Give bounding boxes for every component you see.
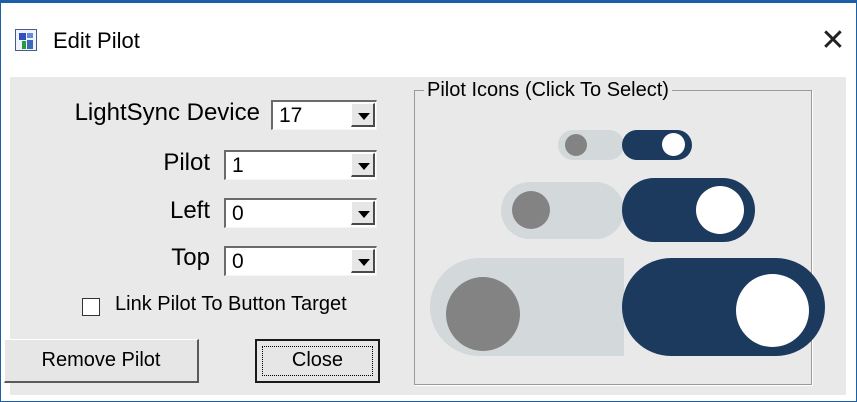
pilot-icon-small-off[interactable] xyxy=(558,130,624,160)
toggle-knob-icon xyxy=(446,277,520,351)
top-label: Top xyxy=(171,244,210,271)
toggle-knob-icon xyxy=(512,191,550,229)
pilot-icons-group-label: Pilot Icons (Click To Select) xyxy=(424,79,672,102)
lightsync-device-label: LightSync Device xyxy=(74,99,260,126)
toggle-knob-icon xyxy=(696,186,744,234)
title-bar: Edit Pilot ✕ xyxy=(1,3,856,77)
link-pilot-checkbox[interactable] xyxy=(82,298,100,316)
pilot-icon-medium-off[interactable] xyxy=(501,182,624,239)
pilot-icon-large-on[interactable] xyxy=(622,258,825,356)
dialog-body: LightSync Device 17 Pilot 1 Left 0 Top 0… xyxy=(4,77,846,395)
toggle-knob-icon xyxy=(662,133,685,156)
window-title: Edit Pilot xyxy=(53,28,140,53)
close-window-icon[interactable]: ✕ xyxy=(813,21,853,61)
app-icon xyxy=(15,29,37,51)
chevron-down-icon[interactable] xyxy=(351,249,375,273)
toggle-knob-icon xyxy=(565,134,587,156)
top-select[interactable]: 0 xyxy=(224,246,377,276)
pilot-select[interactable]: 1 xyxy=(224,150,377,180)
remove-pilot-button[interactable]: Remove Pilot xyxy=(4,339,199,383)
close-button-label: Close xyxy=(291,349,344,371)
left-select[interactable]: 0 xyxy=(224,198,377,228)
lightsync-device-value: 17 xyxy=(279,104,303,127)
left-label: Left xyxy=(169,197,210,224)
chevron-down-icon[interactable] xyxy=(351,201,375,225)
chevron-down-icon[interactable] xyxy=(351,103,375,127)
pilot-icon-large-off[interactable] xyxy=(430,258,624,356)
edit-pilot-window: Edit Pilot ✕ LightSync Device 17 Pilot 1… xyxy=(0,0,857,402)
link-pilot-label[interactable]: Link Pilot To Button Target xyxy=(115,293,347,316)
top-value: 0 xyxy=(232,250,244,273)
toggle-knob-icon xyxy=(736,274,809,347)
pilot-icon-medium-on[interactable] xyxy=(622,178,755,242)
pilot-icon-small-on[interactable] xyxy=(622,130,692,160)
pilot-label: Pilot xyxy=(163,149,210,176)
lightsync-device-select[interactable]: 17 xyxy=(271,100,377,130)
pilot-value: 1 xyxy=(232,154,244,177)
chevron-down-icon[interactable] xyxy=(351,153,375,177)
left-value: 0 xyxy=(232,202,244,225)
close-button[interactable]: Close xyxy=(255,339,380,383)
